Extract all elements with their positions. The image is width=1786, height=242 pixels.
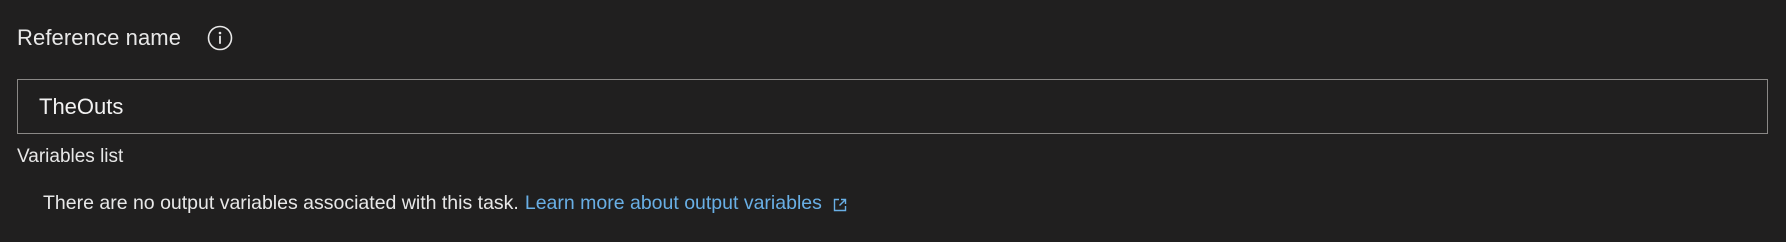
info-icon[interactable] [207, 25, 233, 51]
variables-empty-message: There are no output variables associated… [43, 192, 519, 214]
reference-name-input[interactable] [39, 93, 1767, 120]
reference-name-header: Reference name [17, 22, 233, 54]
variables-list-label: Variables list [17, 146, 124, 167]
reference-name-field[interactable] [17, 79, 1768, 134]
external-link-icon[interactable] [832, 196, 848, 212]
reference-name-label: Reference name [17, 25, 182, 50]
learn-more-output-variables-link[interactable]: Learn more about output variables [525, 192, 822, 215]
variables-empty-message-row: There are no output variables associated… [43, 192, 848, 215]
output-variables-panel: Reference name Variables list There are … [0, 0, 1786, 242]
